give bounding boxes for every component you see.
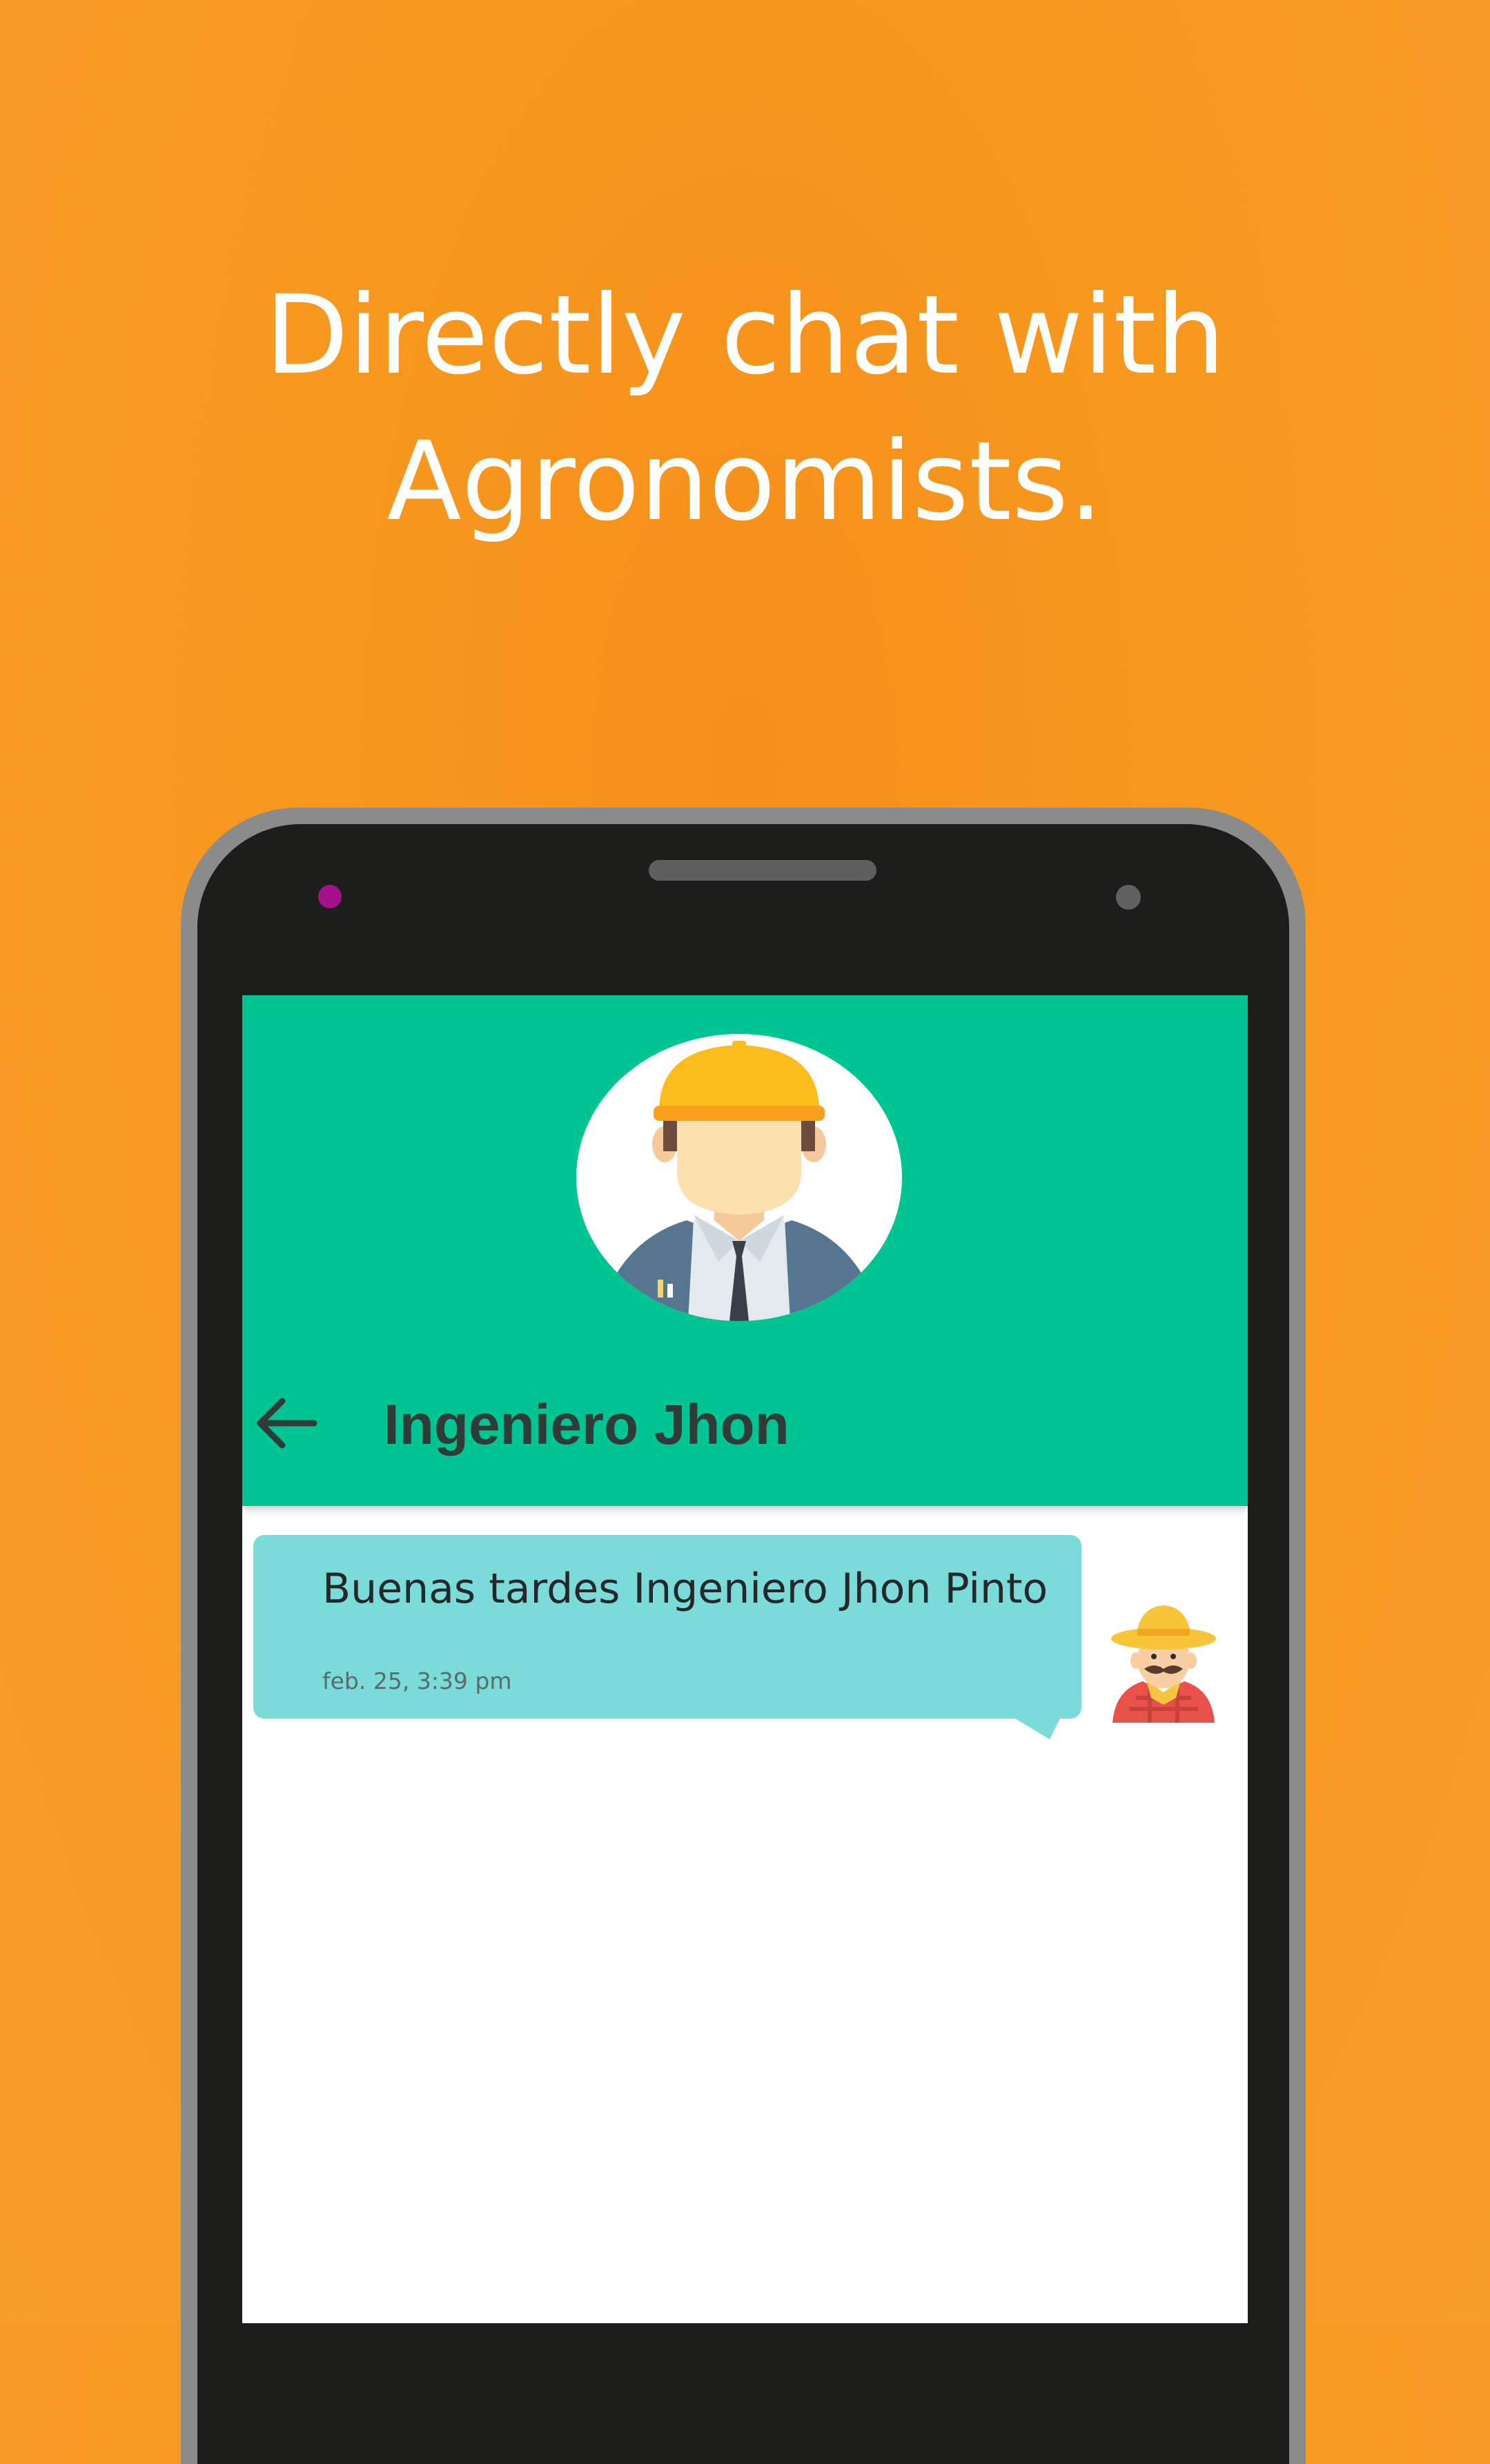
earpiece-speaker (649, 860, 876, 881)
front-camera-icon (318, 885, 342, 908)
promo-headline-line-1: Directly chat with (264, 272, 1226, 399)
message-bubble[interactable]: Buenas tardes Ingeniero Jhon Pinto feb. … (253, 1535, 1081, 1719)
promo-headline-line-2: Agronomists. (386, 418, 1104, 545)
engineer-avatar-icon (576, 1034, 902, 1321)
arrow-left-icon (257, 1398, 317, 1449)
chat-header: Ingeniero Jhon (242, 995, 1248, 1506)
proximity-sensor-icon (1116, 885, 1141, 910)
chat-title: Ingeniero Jhon (384, 1394, 790, 1456)
promo-headline: Directly chat with Agronomists. (0, 262, 1490, 555)
message-text: Buenas tardes Ingeniero Jhon Pinto (322, 1565, 1048, 1613)
farmer-avatar-icon (1108, 1601, 1219, 1723)
phone-screen: Ingeniero Jhon Buenas tardes Ingeniero J… (242, 995, 1248, 2323)
message-timestamp: feb. 25, 3:39 pm (322, 1668, 512, 1694)
back-button[interactable] (252, 1389, 321, 1458)
message-bubble-tail (1008, 1714, 1062, 1739)
